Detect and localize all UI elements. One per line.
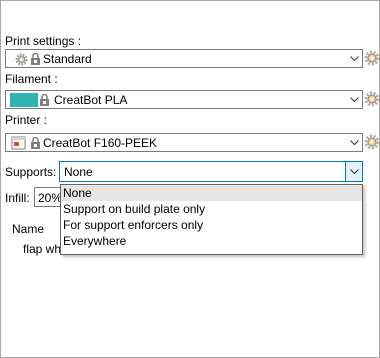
lock-icon [40,94,49,106]
lock-icon [31,53,40,65]
filament-value: CreatBot PLA [54,93,128,107]
chevron-down-icon[interactable] [348,93,360,106]
name-column-header[interactable]: Name [12,222,44,236]
printer-label: Printer : [5,113,48,127]
chevron-down-icon[interactable] [348,52,360,65]
filament-color-swatch [10,93,38,107]
filament-label: Filament : [5,72,58,86]
supports-combo[interactable]: None [59,161,363,182]
print-settings-value: Standard [43,52,92,66]
supports-option-enforcers[interactable]: For support enforcers only [61,217,362,233]
lock-icon [31,137,40,149]
infill-value: 20% [38,191,63,205]
gear-icon [15,53,28,66]
filament-combo[interactable]: CreatBot PLA [5,90,363,109]
printer-icon [11,136,26,150]
supports-option-none[interactable]: None [61,185,362,201]
printer-gear-icon[interactable] [364,134,380,150]
supports-value: None [64,165,93,179]
infill-label: Infill: [5,191,30,205]
print-settings-label: Print settings : [5,34,82,48]
print-settings-gear-icon[interactable] [364,50,380,66]
chevron-down-icon[interactable] [348,136,360,149]
filament-gear-icon[interactable] [364,91,380,107]
supports-option-build-plate[interactable]: Support on build plate only [61,201,362,217]
chevron-down-icon[interactable] [345,162,362,181]
object-list-item[interactable]: flap wh [23,242,61,256]
supports-label: Supports: [5,165,57,179]
print-settings-combo[interactable]: Standard [5,49,363,68]
printer-combo[interactable]: CreatBot F160-PEEK [5,133,363,152]
supports-dropdown-list: None Support on build plate only For sup… [60,184,363,255]
printer-value: CreatBot F160-PEEK [43,136,158,150]
supports-option-everywhere[interactable]: Everywhere [61,233,362,249]
